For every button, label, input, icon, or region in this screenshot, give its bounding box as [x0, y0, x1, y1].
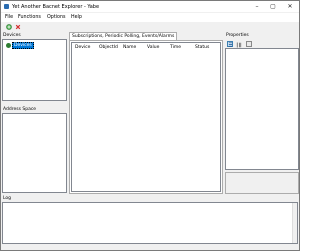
tree-item-label: Devices: [12, 41, 34, 49]
window-title: Yet Another Bacnet Explorer - Yabe: [12, 3, 100, 10]
tab-subscriptions[interactable]: Subscriptions, Periodic Polling, Events/…: [69, 32, 178, 40]
address-space-label: Address Space: [3, 107, 37, 112]
address-space-tree[interactable]: [2, 113, 67, 193]
menu-help[interactable]: Help: [71, 15, 82, 20]
status-bar: [1, 244, 299, 250]
categorized-glyph-icon: [228, 42, 233, 47]
properties-grid[interactable]: [225, 48, 299, 170]
properties-toolbar: [225, 40, 299, 48]
toolbar: [1, 22, 299, 32]
categorized-icon[interactable]: [227, 41, 233, 47]
column-device[interactable]: Device: [75, 43, 99, 52]
log-label: Log: [3, 196, 12, 201]
subscriptions-panel: Device ObjectId Name Value Time Status: [69, 40, 223, 194]
devices-tree[interactable]: Devices: [2, 39, 67, 101]
close-button[interactable]: ✕: [284, 1, 296, 12]
app-icon: [4, 4, 9, 9]
column-name[interactable]: Name: [123, 43, 147, 52]
log-textbox[interactable]: [2, 202, 298, 244]
column-value[interactable]: Value: [147, 43, 170, 52]
title-bar[interactable]: Yet Another Bacnet Explorer - Yabe – ▢ ✕: [1, 1, 299, 12]
column-objectid[interactable]: ObjectId: [99, 43, 123, 52]
menu-file[interactable]: File: [5, 15, 13, 20]
maximize-button[interactable]: ▢: [267, 1, 279, 12]
tree-item-devices[interactable]: Devices: [6, 41, 34, 49]
menu-bar: File Functions Options Help: [1, 13, 299, 22]
main-window: Yet Another Bacnet Explorer - Yabe – ▢ ✕…: [0, 0, 300, 251]
network-icon: [6, 42, 11, 48]
column-status[interactable]: Status: [195, 43, 217, 52]
menu-functions[interactable]: Functions: [18, 15, 41, 20]
properties-label: Properties: [226, 33, 249, 38]
log-scrollbar[interactable]: [292, 203, 297, 243]
menu-options[interactable]: Options: [47, 15, 66, 20]
subscriptions-list[interactable]: Device ObjectId Name Value Time Status: [71, 42, 221, 192]
property-description: [225, 172, 299, 194]
property-pages-icon[interactable]: [246, 41, 252, 47]
minimize-button[interactable]: –: [251, 1, 263, 12]
remove-device-icon[interactable]: [15, 24, 21, 30]
column-time[interactable]: Time: [170, 43, 195, 52]
subscriptions-header: Device ObjectId Name Value Time Status: [72, 43, 220, 52]
devices-label: Devices: [3, 33, 21, 38]
alphabetical-icon[interactable]: [235, 41, 242, 48]
add-device-icon[interactable]: [6, 24, 12, 30]
